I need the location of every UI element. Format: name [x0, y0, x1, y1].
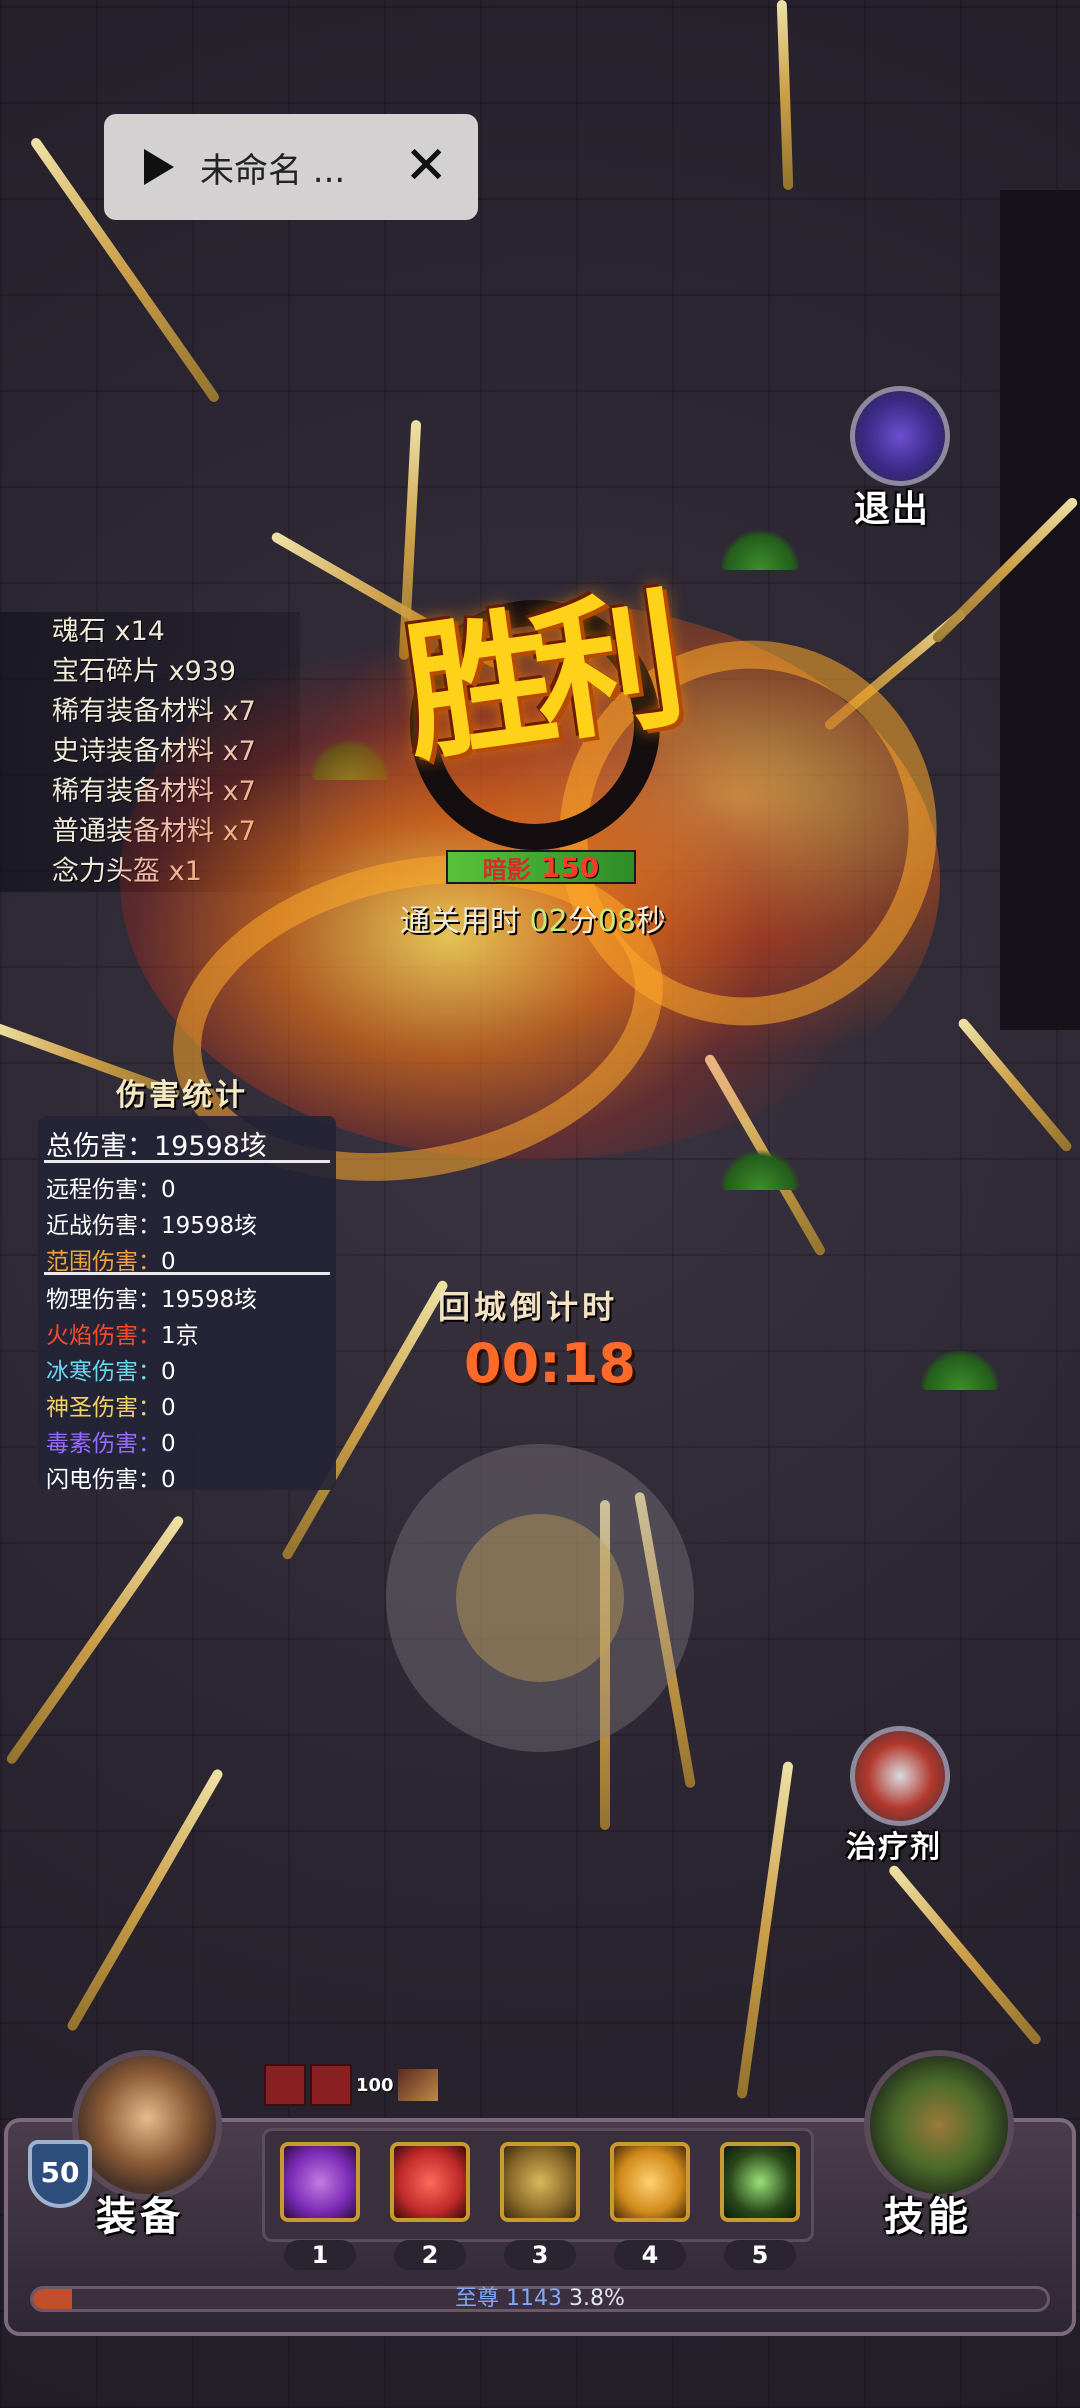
bush — [920, 1350, 1000, 1390]
flying-sword — [956, 1016, 1074, 1154]
loot-item: 魂石 x14 — [0, 612, 300, 652]
enemy-level: 150 — [540, 850, 600, 884]
skill-label[interactable]: 技能 — [884, 2184, 972, 2242]
skill-slot-number: 1 — [284, 2240, 356, 2270]
exit-label: 退出 — [854, 489, 931, 530]
return-countdown-label: 回城倒计时 — [438, 1288, 619, 1326]
divider — [44, 1160, 330, 1163]
lightning-damage: 闪电伤害：0 — [46, 1467, 176, 1493]
buff-bar: 100 — [264, 2064, 438, 2106]
rune-buff-icon — [310, 2064, 352, 2106]
potion-button[interactable] — [850, 1726, 950, 1826]
skill-slot-number: 3 — [504, 2240, 576, 2270]
enemy-name: 暗影 — [482, 855, 531, 884]
divider — [44, 1272, 330, 1275]
holy-damage: 神圣伤害：0 — [46, 1395, 176, 1421]
earth-spike-icon[interactable] — [500, 2142, 580, 2222]
enemy-bar: 暗影 150 — [446, 850, 636, 884]
skill-slot-number: 4 — [614, 2240, 686, 2270]
flying-sword — [776, 0, 794, 191]
experience-text: 至尊 1143 3.8% — [455, 2286, 625, 2311]
fire-damage: 火焰伤害：1京 — [46, 1323, 199, 1349]
joystick-knob[interactable] — [456, 1514, 624, 1682]
melee-damage: 近战伤害：19598垓 — [46, 1213, 258, 1239]
hero-avatar-button[interactable] — [72, 2050, 222, 2200]
ice-damage: 冰寒伤害：0 — [46, 1359, 176, 1385]
bush — [720, 530, 800, 570]
skill-book-button[interactable] — [864, 2050, 1014, 2200]
recording-title: 未命名 ... — [200, 150, 346, 191]
equip-label[interactable]: 装备 — [96, 2184, 184, 2242]
bush — [720, 1150, 800, 1190]
wing-buff-icon — [397, 2069, 438, 2101]
rune-buff-icon — [264, 2064, 306, 2106]
flying-sword — [4, 1514, 186, 1766]
potion-label: 治疗剂 — [846, 1830, 942, 1865]
return-countdown-time: 00:18 — [464, 1332, 636, 1395]
clear-time: 通关用时 02分08秒 — [400, 904, 666, 939]
level-badge: 50 — [28, 2140, 92, 2208]
damage-stats-panel: 总伤害：19598垓 远程伤害：0 近战伤害：19598垓 范围伤害：0 物理伤… — [38, 1116, 336, 1493]
skill-slot-number: 5 — [724, 2240, 796, 2270]
hooded-figure-icon[interactable] — [720, 2142, 800, 2222]
dungeon-wall — [1000, 190, 1080, 1030]
poison-damage: 毒素伤害：0 — [46, 1431, 176, 1457]
damage-stats-title: 伤害统计 — [116, 1078, 248, 1113]
exit-button[interactable] — [850, 386, 950, 486]
flying-sword — [736, 1760, 794, 2100]
area-damage: 范围伤害：0 — [46, 1249, 176, 1275]
play-icon[interactable] — [144, 149, 174, 185]
recording-pill[interactable]: 未命名 ... ✕ — [104, 114, 478, 220]
physical-damage: 物理伤害：19598垓 — [46, 1287, 258, 1313]
golden-wing-icon[interactable] — [610, 2142, 690, 2222]
total-damage: 总伤害：19598垓 — [46, 1131, 267, 1162]
buff-count: 100 — [356, 2074, 394, 2096]
flying-sword — [65, 1767, 225, 2033]
skill-slot-number: 2 — [394, 2240, 466, 2270]
ranged-damage: 远程伤害：0 — [46, 1177, 176, 1203]
close-icon[interactable]: ✕ — [404, 140, 448, 192]
red-slash-icon[interactable] — [390, 2142, 470, 2222]
flying-sword — [887, 1863, 1043, 2047]
crossed-blades-icon[interactable] — [280, 2142, 360, 2222]
